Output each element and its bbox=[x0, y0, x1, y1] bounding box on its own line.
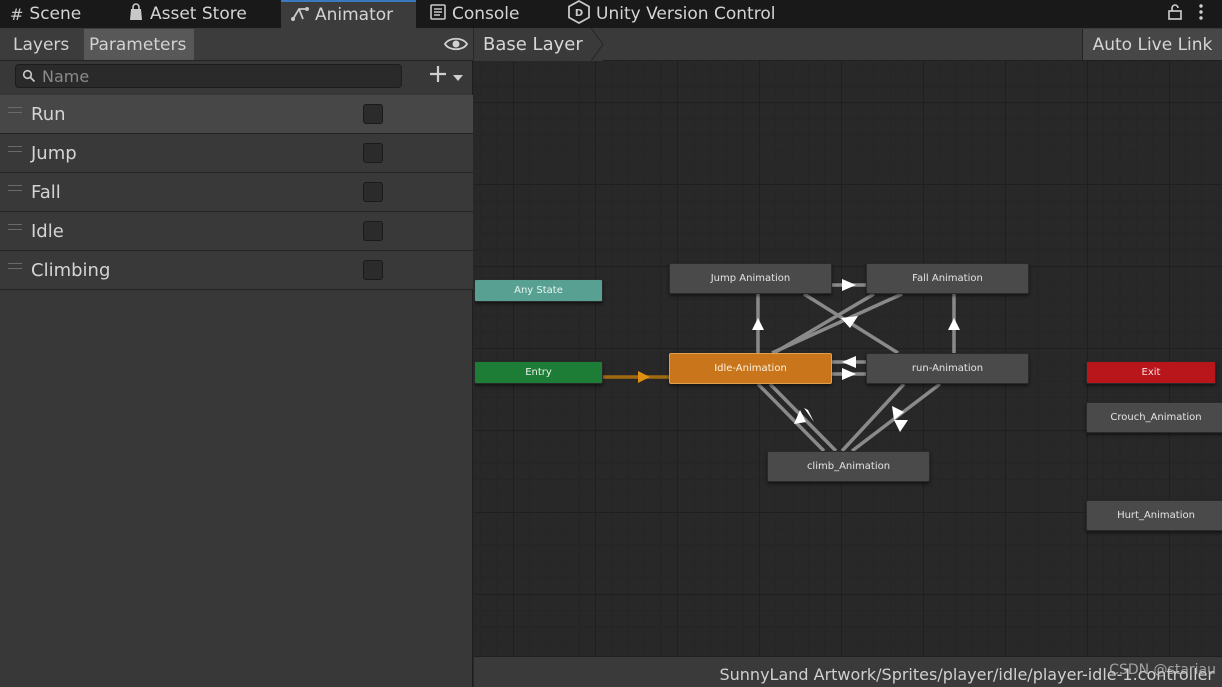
node-idle-animation[interactable]: Idle-Animation bbox=[669, 353, 832, 384]
drag-handle-icon[interactable] bbox=[8, 146, 22, 152]
node-crouch-animation[interactable]: Crouch_Animation bbox=[1086, 402, 1222, 433]
parameter-checkbox[interactable] bbox=[363, 221, 383, 241]
panel-toolbar: Layers Parameters bbox=[0, 28, 473, 61]
search-box bbox=[15, 64, 402, 88]
animator-icon bbox=[291, 5, 309, 25]
drag-handle-icon[interactable] bbox=[8, 107, 22, 113]
tab-scene[interactable]: # Scene bbox=[0, 0, 112, 28]
node-fall-animation[interactable]: Fall Animation bbox=[866, 263, 1029, 294]
parameter-name: Run bbox=[31, 104, 66, 125]
node-climb-animation[interactable]: climb_Animation bbox=[767, 451, 930, 482]
watermark: CSDN @stariau bbox=[1109, 662, 1216, 678]
parameter-row-jump[interactable]: Jump bbox=[0, 134, 473, 173]
breadcrumb-arrow-icon bbox=[591, 28, 604, 61]
parameter-checkbox[interactable] bbox=[363, 260, 383, 280]
tab-label: Animator bbox=[315, 5, 394, 25]
parameter-list: Run Jump Fall Idle Climbing bbox=[0, 95, 473, 290]
version-control-icon: D bbox=[568, 0, 590, 28]
parameter-name: Climbing bbox=[31, 260, 111, 281]
parameter-checkbox[interactable] bbox=[363, 104, 383, 124]
tab-layers[interactable]: Layers bbox=[8, 29, 78, 60]
plus-icon bbox=[428, 64, 448, 88]
tab-label: Unity Version Control bbox=[596, 4, 776, 24]
parameter-checkbox[interactable] bbox=[363, 182, 383, 202]
tab-console[interactable]: Console bbox=[420, 0, 558, 28]
search-row bbox=[0, 61, 473, 94]
status-bar: SunnyLand Artwork/Sprites/player/idle/pl… bbox=[474, 656, 1222, 687]
node-entry[interactable]: Entry bbox=[474, 361, 603, 384]
parameter-name: Idle bbox=[31, 221, 64, 242]
add-parameter-button[interactable] bbox=[428, 64, 470, 88]
transition-lines bbox=[603, 279, 960, 453]
search-input[interactable] bbox=[42, 66, 392, 86]
console-icon bbox=[430, 4, 446, 24]
node-run-animation[interactable]: run-Animation bbox=[866, 353, 1029, 384]
parameters-panel: Layers Parameters Run bbox=[0, 28, 473, 687]
graph-header: Base Layer Auto Live Link bbox=[474, 28, 1222, 61]
lock-icon[interactable] bbox=[1168, 4, 1182, 24]
parameter-row-idle[interactable]: Idle bbox=[0, 212, 473, 251]
kebab-menu-icon[interactable] bbox=[1196, 4, 1206, 24]
animator-graph-canvas[interactable]: Any State Entry Jump Animation Fall Anim… bbox=[474, 28, 1222, 656]
tab-label: Scene bbox=[29, 4, 82, 24]
tab-unity-version-control[interactable]: D Unity Version Control bbox=[558, 0, 808, 28]
drag-handle-icon[interactable] bbox=[8, 263, 22, 269]
window-tab-bar: # Scene Asset Store Animator Console D U… bbox=[0, 0, 1222, 28]
tab-label: Console bbox=[452, 4, 520, 24]
parameter-row-run[interactable]: Run bbox=[0, 95, 473, 134]
parameter-name: Fall bbox=[31, 182, 61, 203]
eye-icon[interactable] bbox=[443, 35, 469, 53]
search-icon bbox=[22, 68, 36, 83]
breadcrumb[interactable]: Base Layer bbox=[474, 28, 603, 61]
svg-text:D: D bbox=[575, 8, 583, 19]
parameter-checkbox[interactable] bbox=[363, 143, 383, 163]
parameter-row-fall[interactable]: Fall bbox=[0, 173, 473, 212]
node-any-state[interactable]: Any State bbox=[474, 279, 603, 302]
drag-handle-icon[interactable] bbox=[8, 224, 22, 230]
grid-icon: # bbox=[10, 4, 24, 24]
bag-icon bbox=[128, 3, 144, 25]
drag-handle-icon[interactable] bbox=[8, 185, 22, 191]
node-hurt-animation[interactable]: Hurt_Animation bbox=[1086, 500, 1222, 531]
auto-live-link-button[interactable]: Auto Live Link bbox=[1082, 29, 1222, 60]
tab-asset-store[interactable]: Asset Store bbox=[118, 0, 284, 28]
parameter-name: Jump bbox=[31, 143, 77, 164]
tab-animator[interactable]: Animator bbox=[281, 0, 416, 28]
tab-label: Asset Store bbox=[150, 4, 247, 24]
tab-parameters[interactable]: Parameters bbox=[84, 29, 194, 60]
node-jump-animation[interactable]: Jump Animation bbox=[669, 263, 832, 294]
parameter-row-climbing[interactable]: Climbing bbox=[0, 251, 473, 290]
node-exit[interactable]: Exit bbox=[1086, 361, 1216, 384]
chevron-down-icon bbox=[452, 67, 464, 86]
